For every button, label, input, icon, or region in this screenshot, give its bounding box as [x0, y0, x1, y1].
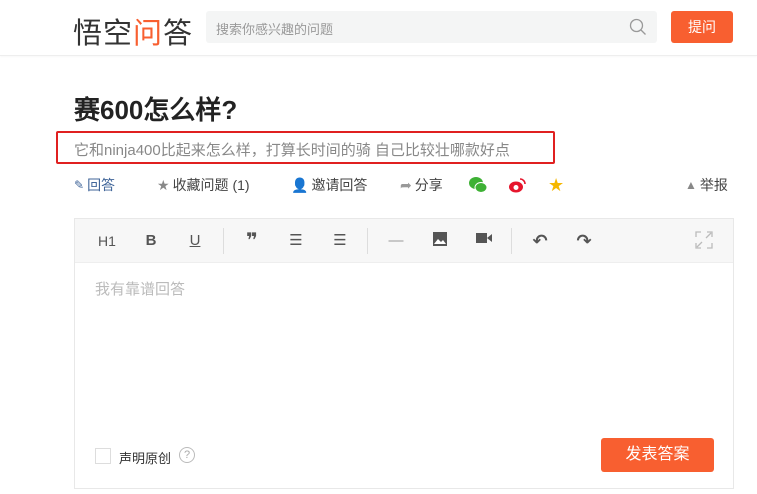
divider: [367, 228, 368, 254]
quote-button[interactable]: ❞: [241, 231, 263, 251]
underline-button[interactable]: U: [184, 231, 206, 251]
share-icon: ➦: [400, 176, 412, 193]
search-placeholder: 搜索你感兴趣的问题: [216, 22, 334, 37]
warning-icon: ▲: [685, 178, 697, 192]
original-label: 声明原创: [119, 451, 172, 466]
report-button[interactable]: ▲ 举报: [685, 176, 728, 194]
logo[interactable]: 悟空问答: [73, 10, 193, 52]
divider: [511, 228, 512, 254]
question-description: 它和ninja400比起来怎么样，打算长时间的骑 自己比较壮哪款好点: [74, 142, 510, 159]
favorite-label: 收藏问题 (1): [172, 177, 250, 193]
fullscreen-icon: [695, 231, 713, 249]
user-add-icon: 👤: [291, 176, 309, 193]
answer-label: 回答: [87, 177, 116, 193]
wechat-icon: [469, 177, 488, 193]
star-icon: ★: [157, 176, 170, 193]
divider: [223, 228, 224, 254]
image-icon: [433, 232, 447, 246]
video-icon: [476, 233, 492, 243]
help-icon[interactable]: ?: [179, 447, 195, 463]
logo-text-accent: 问: [133, 18, 164, 50]
pencil-icon: ✎: [74, 178, 85, 192]
submit-answer-button[interactable]: 发表答案: [601, 438, 714, 472]
editor-toolbar: H1 B U ❞ ☰ ☰ — ↶ ↷: [75, 219, 733, 263]
share-label: 分享: [414, 177, 443, 193]
answer-editor: H1 B U ❞ ☰ ☰ — ↶ ↷ 我有靠谱回答 声明原创 ? 发表答案: [74, 218, 734, 489]
video-button[interactable]: [473, 231, 495, 251]
share-button[interactable]: ➦ 分享: [400, 176, 443, 194]
wechat-share-button[interactable]: [468, 176, 488, 194]
qzone-star-icon: ★: [548, 174, 565, 195]
question-title: 赛600怎么样?: [74, 95, 238, 125]
ask-question-button[interactable]: 提问: [671, 11, 733, 43]
horizontal-rule-button[interactable]: —: [385, 231, 407, 251]
search-input[interactable]: 搜索你感兴趣的问题: [206, 11, 657, 43]
qzone-share-button[interactable]: ★: [548, 174, 565, 195]
unordered-list-button[interactable]: ☰: [329, 231, 351, 251]
favorite-button[interactable]: ★ 收藏问题 (1): [157, 176, 250, 194]
answer-button[interactable]: ✎ 回答: [74, 176, 115, 194]
fullscreen-button[interactable]: [693, 231, 715, 251]
answer-textarea[interactable]: 我有靠谱回答: [95, 278, 185, 299]
bold-button[interactable]: B: [140, 231, 162, 251]
redo-button[interactable]: ↷: [573, 231, 595, 251]
ordered-list-button[interactable]: ☰: [285, 231, 307, 251]
heading-button[interactable]: H1: [96, 231, 118, 251]
undo-button[interactable]: ↶: [529, 231, 551, 251]
logo-text: 悟空: [73, 18, 134, 50]
logo-text-end: 答: [163, 18, 194, 50]
original-checkbox[interactable]: [95, 448, 111, 464]
search-icon[interactable]: [629, 18, 647, 36]
weibo-share-button[interactable]: [508, 176, 528, 194]
report-label: 举报: [699, 177, 728, 193]
top-header: 悟空问答 搜索你感兴趣的问题 提问: [0, 0, 757, 56]
weibo-icon: [509, 178, 526, 193]
invite-button[interactable]: 👤 邀请回答: [291, 176, 367, 194]
image-button[interactable]: [429, 231, 451, 251]
invite-label: 邀请回答: [311, 177, 368, 193]
